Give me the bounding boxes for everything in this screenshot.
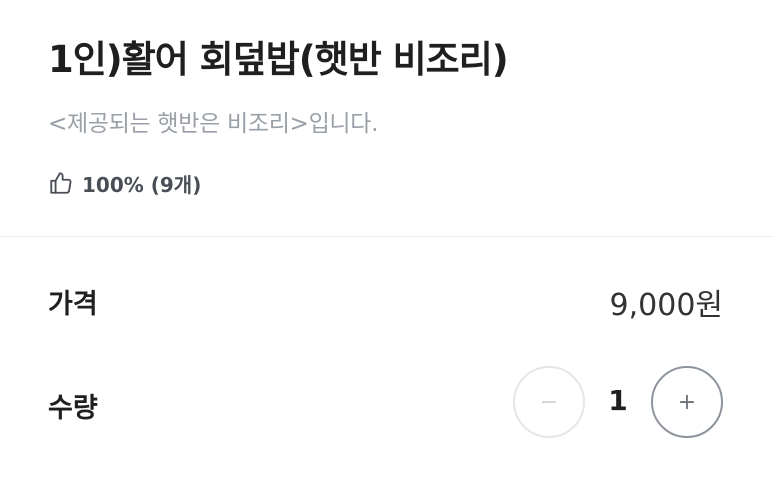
price-label: 가격: [48, 289, 98, 320]
decrease-quantity-button[interactable]: −: [513, 366, 585, 438]
menu-title: 1인)활어 회덮밥(햇반 비조리): [48, 38, 509, 81]
rating-text: 100% (9개): [82, 172, 202, 197]
price-value: 9,000원: [609, 288, 723, 323]
price-row: 가격 9,000원: [0, 270, 773, 330]
menu-description: <제공되는 햇반은 비조리>입니다.: [48, 111, 379, 137]
minus-icon: −: [539, 389, 559, 415]
plus-icon: +: [677, 389, 697, 415]
rating: 100% (9개): [48, 168, 201, 198]
increase-quantity-button[interactable]: +: [651, 366, 723, 438]
quantity-value: 1: [608, 384, 628, 417]
quantity-stepper: − 1 +: [513, 364, 727, 440]
quantity-row: 수량 − 1 +: [0, 362, 773, 442]
section-divider: [0, 236, 773, 237]
thumbs-up-icon: [48, 170, 74, 196]
menu-header: 1인)활어 회덮밥(햇반 비조리) <제공되는 햇반은 비조리>입니다. 100…: [0, 0, 773, 236]
quantity-label: 수량: [48, 393, 98, 424]
